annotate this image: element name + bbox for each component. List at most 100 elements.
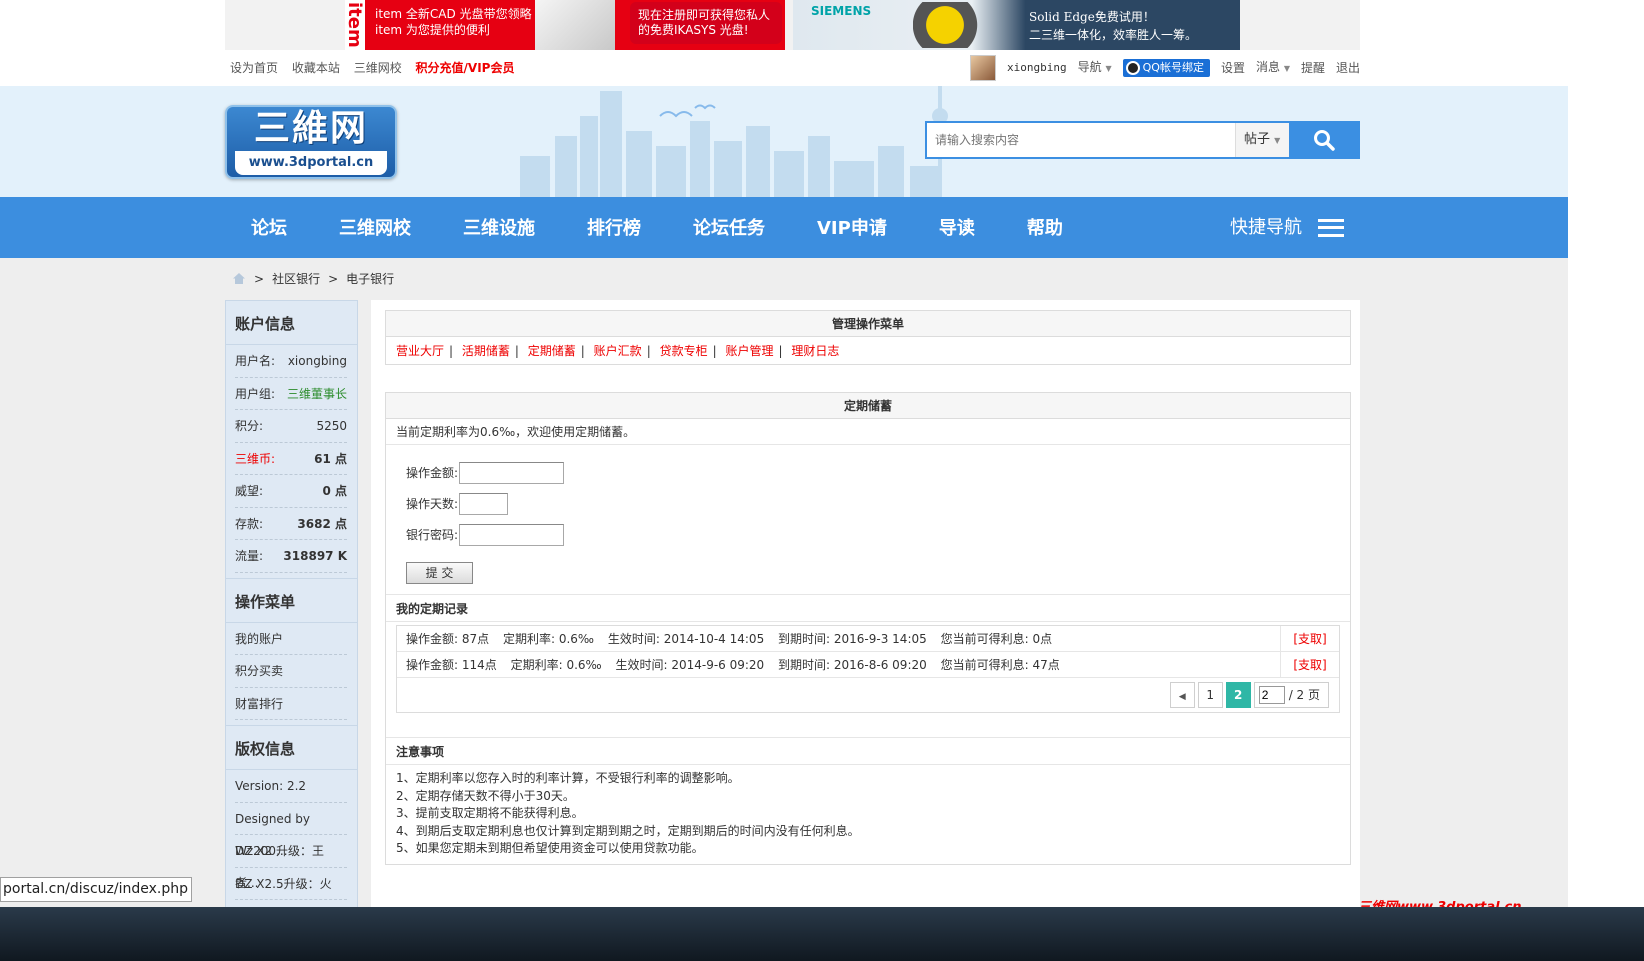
account-row-group: 用户组: 三维董事长 bbox=[235, 378, 347, 410]
search-bar: 帖子 ▼ bbox=[925, 121, 1360, 159]
withdraw-link[interactable]: [支取] bbox=[1280, 626, 1339, 651]
ad-item-line1: item 全新CAD 光盘带您领略 bbox=[375, 7, 532, 21]
fixed-rate-intro: 当前定期利率为0.6‰，欢迎使用定期储蓄。 bbox=[386, 419, 1350, 445]
pagination: ◀ 1 2 / 2 页 bbox=[397, 678, 1339, 712]
breadcrumb-community-bank[interactable]: 社区银行 bbox=[272, 270, 320, 287]
logo-text: 三維网 bbox=[253, 107, 368, 149]
account-row-prestige: 威望: 0 点 bbox=[235, 475, 347, 508]
bank-password-field[interactable] bbox=[459, 523, 564, 546]
nav-facilities[interactable]: 三维设施 bbox=[437, 197, 561, 258]
quick-nav-button[interactable]: 快捷导航 bbox=[1230, 197, 1344, 258]
ad-siemens-line1: Solid Edge免费试用！ bbox=[1029, 10, 1155, 24]
menu-link-loans[interactable]: 贷款专柜 bbox=[660, 344, 708, 358]
site-logo[interactable]: 三維网 www.3dportal.cn bbox=[225, 105, 397, 179]
note-item: 3、提前支取定期将不能获得利息。 bbox=[396, 806, 584, 820]
remind-link[interactable]: 提醒 bbox=[1301, 50, 1325, 86]
fixed-savings-form: 操作金额: 操作天数: 银行密码: 提 交 bbox=[386, 445, 1350, 584]
copyright-version: Version: 2.2 bbox=[235, 770, 347, 803]
menu-link-finance-log[interactable]: 理财日志 bbox=[791, 344, 839, 358]
days-field[interactable] bbox=[459, 492, 508, 515]
menu-link-current-savings[interactable]: 活期储蓄 bbox=[462, 344, 510, 358]
sidebar-item-my-account[interactable]: 我的账户 bbox=[235, 623, 347, 655]
link-bookmark[interactable]: 收藏本站 bbox=[292, 61, 340, 75]
search-input[interactable] bbox=[927, 123, 1235, 157]
nav-menu-link[interactable]: 导航 ▼ bbox=[1078, 49, 1112, 87]
os-taskbar bbox=[0, 907, 1644, 961]
copyright-designer: Designed by Wz200... bbox=[235, 803, 347, 858]
logo-url: www.3dportal.cn bbox=[235, 151, 387, 175]
triangle-left-icon: ◀ bbox=[1178, 692, 1186, 702]
account-row-deposit: 存款: 3682 点 bbox=[235, 508, 347, 540]
prev-page-button[interactable]: ◀ bbox=[1169, 682, 1195, 708]
nav-help[interactable]: 帮助 bbox=[1001, 197, 1089, 258]
search-icon bbox=[1313, 130, 1335, 151]
sidebar-item-wealth-rank[interactable]: 财富排行 bbox=[235, 688, 347, 720]
password-label: 银行密码: bbox=[406, 528, 459, 542]
table-row: 操作金额: 87点 定期利率: 0.6‰ 生效时间: 2014-10-4 14:… bbox=[397, 626, 1339, 652]
menu-link-fixed-savings[interactable]: 定期储蓄 bbox=[528, 344, 576, 358]
top-bar: 设为首页 收藏本站 三维网校 积分充值/VIP会员 xiongbing 导航 ▼… bbox=[225, 50, 1360, 86]
link-vip[interactable]: 积分充值/VIP会员 bbox=[416, 61, 515, 75]
ad-item-cta[interactable]: 现在注册即可获得您私人的免费IKASYS 光盘! bbox=[630, 2, 782, 44]
page-2-current: 2 bbox=[1225, 682, 1251, 708]
page-jump-input[interactable] bbox=[1258, 686, 1285, 704]
nav-tasks[interactable]: 论坛任务 bbox=[667, 197, 791, 258]
menu-link-hall[interactable]: 营业大厅 bbox=[396, 344, 444, 358]
account-row-traffic: 流量: 318897 K bbox=[235, 540, 347, 573]
main-nav: 论坛 三维网校 三维设施 排行榜 论坛任务 VIP申请 导读 帮助 快捷导航 bbox=[0, 197, 1568, 258]
link-set-homepage[interactable]: 设为首页 bbox=[230, 61, 278, 75]
account-info-title: 账户信息 bbox=[226, 301, 357, 345]
ad-siemens-bike-image bbox=[913, 2, 993, 48]
nav-forum[interactable]: 论坛 bbox=[225, 197, 313, 258]
ad-siemens-line2: 二三维一体化，效率胜人一筹。 bbox=[1029, 28, 1198, 42]
caret-down-icon: ▼ bbox=[1283, 64, 1290, 73]
notes-list: 1、定期利率以您存入时的利率计算，不受银行利率的调整影响。 2、定期存储天数不得… bbox=[386, 765, 1350, 864]
note-item: 2、定期存储天数不得小于30天。 bbox=[396, 788, 575, 803]
main-panel: 管理操作菜单 营业大厅 | 活期储蓄 | 定期储蓄 | 账户汇款 | 贷款专柜 | 账户管… bbox=[371, 300, 1360, 908]
link-school[interactable]: 三维网校 bbox=[354, 61, 402, 75]
messages-link[interactable]: 消息 ▼ bbox=[1256, 49, 1290, 87]
menu-link-account-manage[interactable]: 账户管理 bbox=[725, 344, 773, 358]
menu-link-remittance[interactable]: 账户汇款 bbox=[594, 344, 642, 358]
operation-menu-title: 操作菜单 bbox=[226, 579, 357, 623]
fixed-records-table: 操作金额: 87点 定期利率: 0.6‰ 生效时间: 2014-10-4 14:… bbox=[396, 625, 1340, 713]
sidebar-item-points-trade[interactable]: 积分买卖 bbox=[235, 655, 347, 688]
page-1-button[interactable]: 1 bbox=[1197, 682, 1223, 708]
account-row-points: 积分: 5250 bbox=[235, 410, 347, 443]
ad-item-line2: item 为您提供的便利 bbox=[375, 23, 490, 37]
settings-link[interactable]: 设置 bbox=[1221, 50, 1245, 86]
submit-button[interactable]: 提 交 bbox=[406, 562, 473, 584]
breadcrumb-separator: > bbox=[254, 271, 265, 286]
copyright-upgrade-x25: DZ X2.5升级：火舞... bbox=[235, 868, 347, 909]
avatar[interactable] bbox=[970, 55, 997, 81]
ad-siemens[interactable]: SIEMENS Solid Edge免费试用！ 二三维一体化，效率胜人一筹。 bbox=[793, 0, 1240, 50]
ad-banner-strip: item item 全新CAD 光盘带您领略 item 为您提供的便利 现在注册… bbox=[225, 0, 1360, 50]
manage-menu-box: 管理操作菜单 营业大厅 | 活期储蓄 | 定期储蓄 | 账户汇款 | 贷款专柜 | 账户管… bbox=[385, 310, 1351, 365]
home-icon[interactable] bbox=[232, 272, 246, 285]
qq-bind-button[interactable]: QQ帐号绑定 bbox=[1122, 59, 1210, 77]
page-jump: / 2 页 bbox=[1253, 682, 1329, 708]
note-item: 4、到期后支取定期利息也仅计算到定期到期之时，定期到期后的时间内没有任何利息。 bbox=[396, 823, 860, 838]
username-link[interactable]: xiongbing bbox=[1007, 50, 1067, 86]
breadcrumb: > 社区银行 > 电子银行 bbox=[232, 270, 394, 287]
city-skyline-image bbox=[520, 86, 948, 197]
search-type-select[interactable]: 帖子 ▼ bbox=[1235, 123, 1289, 157]
amount-field[interactable] bbox=[459, 461, 564, 484]
breadcrumb-e-bank[interactable]: 电子银行 bbox=[346, 270, 394, 287]
note-item: 5、如果您定期未到期但希望使用资金可以使用贷款功能。 bbox=[396, 841, 704, 855]
fixed-savings-box: 定期储蓄 当前定期利率为0.6‰，欢迎使用定期储蓄。 操作金额: 操作天数: 银… bbox=[385, 392, 1351, 865]
nav-ranking[interactable]: 排行榜 bbox=[561, 197, 667, 258]
copyright-upgrade-x2: DZ X2 升级：王者... bbox=[235, 835, 347, 890]
note-item: 1、定期利率以您存入时的利率计算，不受银行利率的调整影响。 bbox=[396, 771, 740, 785]
nav-guide[interactable]: 导读 bbox=[913, 197, 1001, 258]
ad-item-cad[interactable]: item item 全新CAD 光盘带您领略 item 为您提供的便利 现在注册… bbox=[345, 0, 785, 50]
search-button[interactable] bbox=[1289, 123, 1358, 157]
withdraw-link[interactable]: [支取] bbox=[1280, 652, 1339, 677]
nav-school[interactable]: 三维网校 bbox=[313, 197, 437, 258]
logout-link[interactable]: 退出 bbox=[1336, 50, 1360, 86]
account-row-username: 用户名: xiongbing bbox=[235, 345, 347, 378]
qq-icon bbox=[1125, 61, 1140, 75]
manage-menu-title: 管理操作菜单 bbox=[386, 311, 1350, 337]
nav-vip[interactable]: VIP申请 bbox=[791, 197, 913, 258]
amount-label: 操作金额: bbox=[406, 466, 459, 480]
